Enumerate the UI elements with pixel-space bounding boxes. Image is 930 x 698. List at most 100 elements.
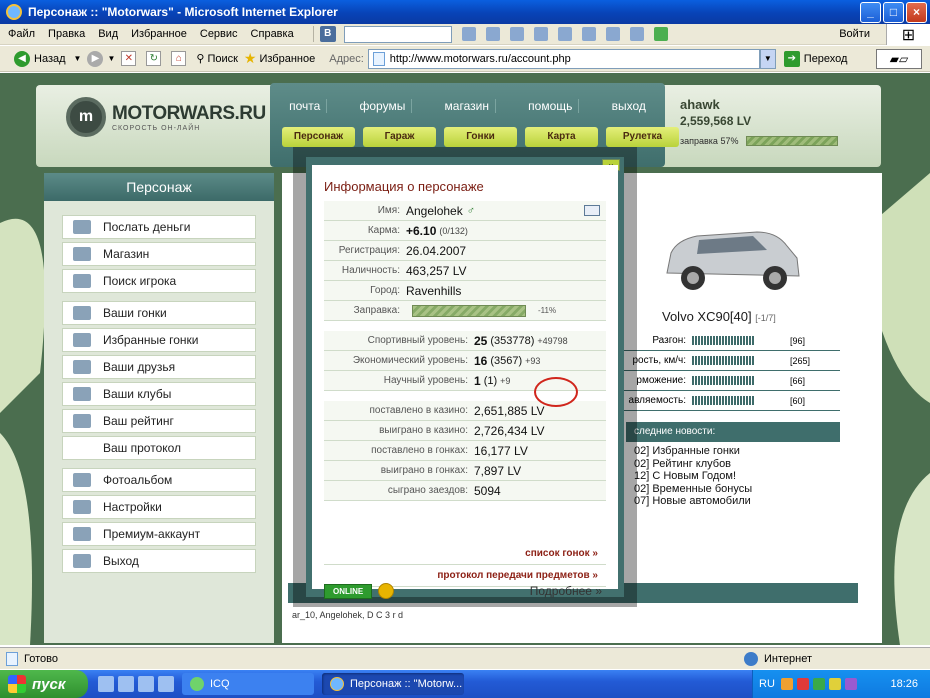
sidebar-item-label: Настройки — [103, 500, 162, 514]
mail-icon[interactable] — [584, 205, 600, 216]
user-fuel-label: заправка 57% — [680, 136, 739, 146]
news-item[interactable]: 02] Рейтинг клубов — [634, 458, 752, 471]
news-item[interactable]: 12] С Новым Годом! — [634, 470, 752, 483]
camera-icon — [73, 473, 91, 487]
address-url[interactable]: http://www.motorwars.ru/account.php — [390, 53, 571, 65]
info-row-registration: Регистрация: 26.04.2007 — [324, 241, 606, 261]
home-button[interactable]: ⌂ — [171, 51, 190, 66]
sidebar-item-clubs[interactable]: Ваши клубы — [62, 382, 256, 406]
sidebar-item-shop[interactable]: Магазин — [62, 242, 256, 266]
level-key: Экономический уровень: — [352, 355, 468, 366]
tab-character[interactable]: Персонаж — [282, 127, 355, 147]
menu-view[interactable]: Вид — [98, 28, 118, 40]
sidebar-item-rating[interactable]: Ваш рейтинг — [62, 409, 256, 433]
sidebar-item-protocol[interactable]: Ваш протокол — [62, 436, 256, 460]
task-browser[interactable]: Персонаж :: "Motorw... — [322, 673, 464, 695]
quicklaunch-icon[interactable] — [158, 676, 174, 692]
sidebar-item-your-races[interactable]: Ваши гонки — [62, 301, 256, 325]
nav-forums[interactable]: форумы — [354, 99, 413, 113]
menu-help[interactable]: Справка — [251, 28, 294, 40]
tray-icon[interactable] — [812, 678, 825, 690]
sidebar-item-send-money[interactable]: Послать деньги — [62, 215, 256, 239]
quicklaunch-icon[interactable] — [118, 676, 134, 692]
nav-mail[interactable]: почта — [283, 99, 328, 113]
refresh-button[interactable]: ↻ — [146, 51, 165, 66]
tab-map[interactable]: Карта — [525, 127, 598, 147]
site-logo[interactable]: m MOTORWARS.RU СКОРОСТЬ ОН-ЛАЙН — [66, 97, 266, 137]
back-button[interactable]: ◀ Назад ▼ — [14, 50, 82, 67]
race-list-link[interactable]: список гонок » — [324, 543, 606, 565]
info-key: Наличность: — [341, 265, 400, 276]
mail-icon[interactable] — [461, 27, 476, 41]
motorwars-toolbar-icon[interactable]: ▰▱ — [876, 49, 922, 69]
menu-favorites[interactable]: Избранное — [131, 28, 187, 40]
nav-exit[interactable]: выход — [606, 99, 652, 113]
stat-bar — [692, 376, 754, 385]
quicklaunch-icon[interactable] — [138, 676, 154, 692]
sidebar-item-friends[interactable]: Ваши друзья — [62, 355, 256, 379]
info-value: +6.10 — [406, 223, 437, 238]
video-icon[interactable] — [581, 27, 596, 41]
notes-icon[interactable] — [629, 27, 644, 41]
level-extra: +9 — [500, 375, 511, 386]
tab-races[interactable]: Гонки — [444, 127, 517, 147]
search-button[interactable]: ⚲ Поиск — [196, 52, 238, 66]
chevron-down-icon[interactable]: ▼ — [74, 54, 82, 63]
sidebar-item-settings[interactable]: Настройки — [62, 495, 256, 519]
stat-row: авляемость: [60] — [620, 391, 840, 411]
close-button[interactable]: × — [906, 2, 927, 23]
sidebar-item-find-player[interactable]: Поиск игрока — [62, 269, 256, 293]
people-icon[interactable] — [533, 27, 548, 41]
address-dropdown[interactable]: ▼ — [759, 48, 776, 69]
page-icon — [372, 51, 385, 66]
news-item[interactable]: 02] Избранные гонки — [634, 445, 752, 458]
window-title: Персонаж :: "Motorwars" - Microsoft Inte… — [28, 5, 338, 19]
info-key: Имя: — [377, 205, 400, 216]
task-icq[interactable]: ICQ — [182, 673, 314, 695]
menu-file[interactable]: Файл — [8, 28, 35, 40]
chevron-down-icon[interactable]: ▼ — [107, 54, 115, 63]
maximize-button[interactable]: □ — [883, 2, 904, 23]
info-value[interactable]: Angelohek — [406, 204, 463, 218]
stop-button[interactable]: ✕ — [121, 51, 140, 66]
favorites-button[interactable]: ★ Избранное — [244, 50, 315, 67]
photo-icon[interactable] — [557, 27, 572, 41]
more-link[interactable]: Подробнее » — [530, 584, 606, 598]
user-icon[interactable] — [485, 27, 500, 41]
tab-garage[interactable]: Гараж — [363, 127, 436, 147]
tray-icon[interactable] — [780, 678, 793, 690]
news-item[interactable]: 07] Новые автомобили — [634, 495, 752, 508]
toolbar-search-input[interactable] — [343, 25, 452, 43]
sidebar-title: Персонаж — [44, 173, 274, 201]
forward-button[interactable]: ▶ ▼ — [87, 50, 115, 67]
user-name[interactable]: ahawk — [680, 97, 925, 112]
sidebar-item-photoalbum[interactable]: Фотоальбом — [62, 468, 256, 492]
menu-edit[interactable]: Правка — [48, 28, 85, 40]
address-bar[interactable]: http://www.motorwars.ru/account.php — [367, 48, 760, 69]
car-image[interactable] — [657, 218, 807, 298]
tray-icon[interactable] — [828, 678, 841, 690]
login-link[interactable]: Войти — [839, 28, 870, 40]
language-indicator[interactable]: RU — [759, 678, 775, 690]
car-title[interactable]: Volvo XC90[40] [-1/7] — [662, 309, 776, 324]
home-icon[interactable] — [509, 27, 524, 41]
go-button[interactable]: ➔ Переход — [783, 50, 847, 67]
tab-roulette[interactable]: Рулетка — [606, 127, 679, 147]
music-icon[interactable] — [605, 27, 620, 41]
news-item[interactable]: 02] Временные бонусы — [634, 483, 752, 496]
windows-logo-icon: ⊞ — [886, 24, 930, 45]
vk-icon[interactable]: В — [319, 26, 336, 42]
level-value: 16 — [474, 353, 488, 368]
tray-icon[interactable] — [844, 678, 857, 690]
add-icon[interactable] — [653, 27, 668, 41]
start-button[interactable]: пуск — [0, 670, 88, 698]
minimize-button[interactable]: _ — [860, 2, 881, 23]
nav-help[interactable]: помощь — [522, 99, 580, 113]
sidebar-item-exit[interactable]: Выход — [62, 549, 256, 573]
sidebar-item-favorite-races[interactable]: Избранные гонки — [62, 328, 256, 352]
nav-shop[interactable]: магазин — [439, 99, 496, 113]
menu-tools[interactable]: Сервис — [200, 28, 238, 40]
quicklaunch-icon[interactable] — [98, 676, 114, 692]
sidebar-item-premium[interactable]: Премиум-аккаунт — [62, 522, 256, 546]
tray-icon[interactable] — [796, 678, 809, 690]
